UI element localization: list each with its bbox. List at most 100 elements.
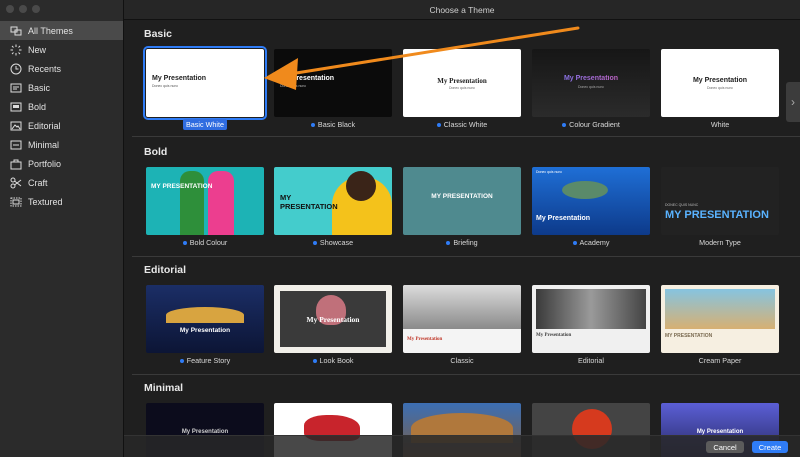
window-controls: [6, 5, 40, 13]
theme-label-look-book[interactable]: Look Book: [274, 356, 392, 365]
bottom-action-bar: Cancel Create: [124, 435, 800, 457]
thumb-title: My Presentation: [532, 75, 650, 82]
basic-slide-icon: [9, 81, 22, 94]
thumb-title: MY PRESENTATION: [151, 183, 213, 190]
new-dot-icon: [312, 241, 317, 246]
thumb-title: My Presentation: [306, 315, 360, 324]
theme-label-showcase[interactable]: Showcase: [274, 238, 392, 247]
thumb-subtitle: DONEC QUIS NUNC: [665, 203, 699, 207]
thumb-subtitle: Donec quis nunc: [706, 86, 734, 90]
theme-thumb-classic-white[interactable]: My Presentation Donec quis nunc: [403, 49, 521, 117]
theme-thumb-basic-white[interactable]: My Presentation Donec quis nunc: [143, 46, 267, 120]
new-dot-icon: [562, 123, 567, 128]
sidebar-item-label: Recents: [28, 63, 62, 74]
thumb-title: My Presentation: [152, 75, 207, 82]
theme-label-feature-story[interactable]: Feature Story: [146, 356, 264, 365]
theme-thumb-editorial[interactable]: My Presentation: [532, 285, 650, 353]
all-themes-icon: [9, 24, 22, 37]
thumb-coast-photo: [665, 289, 775, 329]
thumb-title: My Presentation: [437, 77, 487, 85]
sidebar-item-bold[interactable]: Bold: [0, 97, 123, 116]
sidebar-list: All Themes New Recents Basic Bold Editor…: [0, 21, 123, 211]
new-dot-icon: [312, 359, 317, 364]
theme-label-editorial[interactable]: Editorial: [532, 356, 650, 365]
thumb-title: MY PRESENTATION: [431, 193, 493, 200]
minimize-window-button[interactable]: [19, 5, 27, 13]
minimal-icon: [9, 138, 22, 151]
window-title-bar: Choose a Theme: [124, 0, 800, 20]
create-button[interactable]: Create: [752, 441, 788, 453]
theme-thumb-modern-type[interactable]: DONEC QUIS NUNC MY PRESENTATION: [661, 167, 779, 235]
theme-label-briefing[interactable]: Briefing: [403, 238, 521, 247]
theme-thumb-basic-black[interactable]: My Presentation Donec quis nunc: [274, 49, 392, 117]
sidebar-item-label: Textured: [28, 196, 63, 207]
window-title: Choose a Theme: [429, 4, 495, 15]
new-dot-icon: [436, 123, 441, 128]
sidebar-item-label: Craft: [28, 177, 48, 188]
new-dot-icon: [310, 123, 315, 128]
sidebar-item-new[interactable]: New: [0, 40, 123, 59]
theme-label-colour-gradient[interactable]: Colour Gradient: [532, 120, 650, 129]
theme-thumb-look-book[interactable]: My Presentation: [274, 285, 392, 353]
theme-label-classic[interactable]: Classic: [403, 356, 521, 365]
sidebar-item-recents[interactable]: Recents: [0, 59, 123, 78]
theme-thumb-cream-paper[interactable]: MY PRESENTATION: [661, 285, 779, 353]
theme-thumb-feature-story[interactable]: My Presentation: [146, 285, 264, 353]
new-dot-icon: [446, 241, 451, 246]
theme-thumb-briefing[interactable]: MY PRESENTATION: [403, 167, 521, 235]
theme-label-modern-type[interactable]: Modern Type: [661, 238, 779, 247]
thumb-subtitle: Donec quis nunc: [577, 85, 605, 89]
sidebar-item-label: Portfolio: [28, 158, 62, 169]
close-window-button[interactable]: [6, 5, 14, 13]
bold-slide-icon: [9, 100, 22, 113]
section-title-basic: Basic: [144, 28, 173, 40]
sidebar-item-editorial[interactable]: Editorial: [0, 116, 123, 135]
theme-label-bold-colour[interactable]: Bold Colour: [146, 238, 264, 247]
thumb-bridge-image: [403, 285, 521, 329]
sidebar-item-label: Minimal: [28, 139, 60, 150]
scroll-next-button[interactable]: ›: [786, 82, 800, 122]
theme-label-classic-white[interactable]: Classic White: [403, 120, 521, 129]
editorial-icon: [9, 119, 22, 132]
sidebar-item-craft[interactable]: Craft: [0, 173, 123, 192]
thumb-title: My Presentation: [536, 333, 572, 338]
thumb-title: My Presentation: [407, 337, 443, 342]
clock-icon: [9, 62, 22, 75]
sidebar-item-label: Basic: [28, 82, 51, 93]
thumb-building-image: [166, 307, 244, 323]
theme-thumb-white[interactable]: My Presentation Donec quis nunc: [661, 49, 779, 117]
theme-gallery[interactable]: Basic My Presentation Donec quis nunc Ba…: [124, 20, 800, 457]
sidebar-item-textured[interactable]: Textured: [0, 192, 123, 211]
zoom-window-button[interactable]: [32, 5, 40, 13]
theme-label-academy[interactable]: Academy: [532, 238, 650, 247]
sidebar-item-label: Editorial: [28, 120, 61, 131]
theme-thumb-colour-gradient[interactable]: My Presentation Donec quis nunc: [532, 49, 650, 117]
sidebar-item-basic[interactable]: Basic: [0, 78, 123, 97]
theme-label-basic-white[interactable]: Basic White: [146, 119, 264, 130]
thumb-subtitle: Donec quis nunc: [448, 86, 476, 90]
section-divider: [132, 136, 800, 137]
section-divider: [132, 256, 800, 257]
thumb-title: My Presentation: [179, 327, 231, 334]
theme-label-white[interactable]: White: [661, 120, 779, 129]
theme-label-basic-black[interactable]: Basic Black: [274, 120, 392, 129]
sidebar-item-all-themes[interactable]: All Themes: [0, 21, 123, 40]
new-sparkle-icon: [9, 43, 22, 56]
thumb-subtitle: Donec quis nunc: [152, 84, 179, 88]
thumb-subtitle: Donec quis nunc: [280, 84, 307, 88]
section-title-bold: Bold: [144, 146, 168, 158]
theme-thumb-classic[interactable]: My Presentation: [403, 285, 521, 353]
theme-thumb-showcase[interactable]: MY PRESENTATION: [274, 167, 392, 235]
theme-thumb-academy[interactable]: My Presentation Donec quis nunc: [532, 167, 650, 235]
theme-label-cream-paper[interactable]: Cream Paper: [661, 356, 779, 365]
thumb-subtitle: Donec quis nunc: [536, 170, 563, 174]
theme-thumb-bold-colour[interactable]: MY PRESENTATION: [146, 167, 264, 235]
thumb-figure-green: [180, 171, 204, 235]
sidebar: All Themes New Recents Basic Bold Editor…: [0, 0, 124, 457]
thumb-children-photo: [536, 289, 646, 329]
sidebar-item-portfolio[interactable]: Portfolio: [0, 154, 123, 173]
sidebar-item-minimal[interactable]: Minimal: [0, 135, 123, 154]
textured-icon: [9, 195, 22, 208]
cancel-button[interactable]: Cancel: [706, 441, 744, 453]
section-divider: [132, 374, 800, 375]
